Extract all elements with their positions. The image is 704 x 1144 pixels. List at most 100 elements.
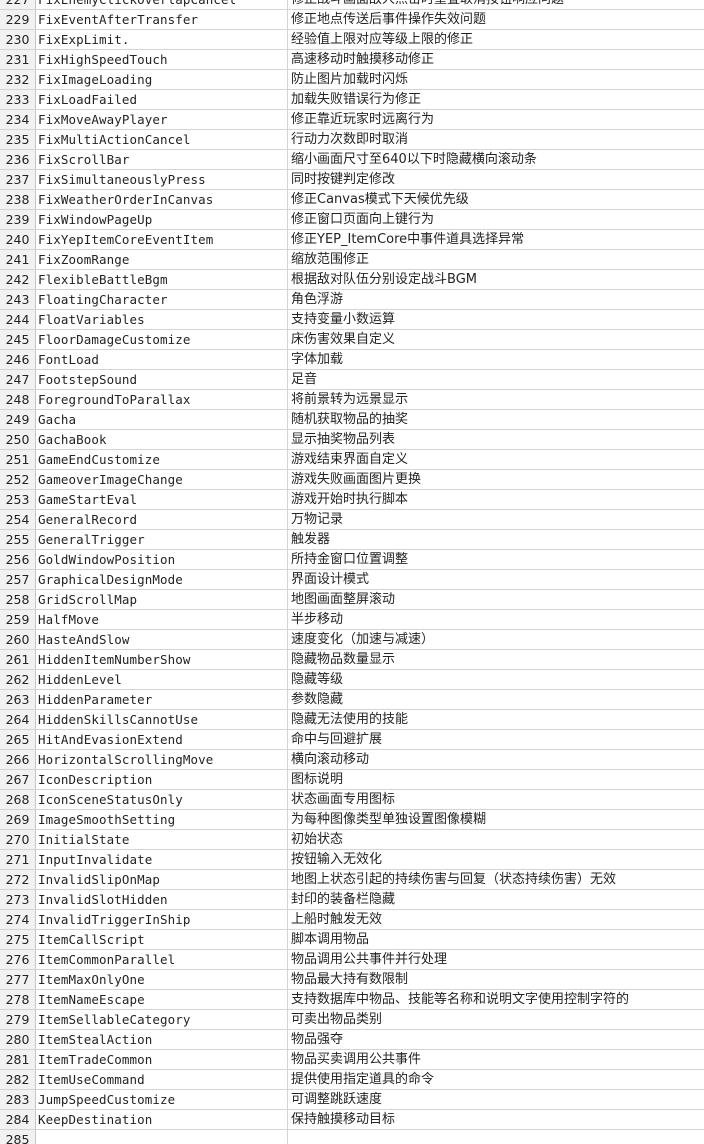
description-cell[interactable]: 支持数据库中物品、技能等名称和说明文字使用控制字符的 — [288, 990, 704, 1009]
description-cell[interactable]: 防止图片加载时闪烁 — [288, 70, 704, 89]
description-cell[interactable]: 隐藏无法使用的技能 — [288, 710, 704, 729]
description-cell[interactable]: 提供使用指定道具的命令 — [288, 1070, 704, 1089]
row-number[interactable]: 285 — [0, 1130, 36, 1144]
row-number[interactable]: 247 — [0, 370, 36, 389]
row-number[interactable]: 271 — [0, 850, 36, 869]
plugin-name-cell[interactable]: HitAndEvasionExtend — [36, 730, 288, 749]
description-cell[interactable]: 根据敌对队伍分别设定战斗BGM — [288, 270, 704, 289]
plugin-name-cell[interactable]: FixEnemyClickOverlapCancel — [36, 0, 288, 9]
plugin-name-cell[interactable]: HiddenParameter — [36, 690, 288, 709]
row-number[interactable]: 229 — [0, 10, 36, 29]
row-number[interactable]: 274 — [0, 910, 36, 929]
description-cell[interactable]: 加载失败错误行为修正 — [288, 90, 704, 109]
row-number[interactable]: 278 — [0, 990, 36, 1009]
plugin-name-cell[interactable]: FixExpLimit. — [36, 30, 288, 49]
row-number[interactable]: 237 — [0, 170, 36, 189]
description-cell[interactable]: 修正Canvas模式下天候优先级 — [288, 190, 704, 209]
row-number[interactable]: 267 — [0, 770, 36, 789]
row-number[interactable]: 232 — [0, 70, 36, 89]
description-cell[interactable]: 所持金窗口位置调整 — [288, 550, 704, 569]
description-cell[interactable]: 界面设计模式 — [288, 570, 704, 589]
description-cell[interactable]: 脚本调用物品 — [288, 930, 704, 949]
description-cell[interactable]: 支持变量小数运算 — [288, 310, 704, 329]
description-cell[interactable]: 修正地点传送后事件操作失效问题 — [288, 10, 704, 29]
description-cell[interactable]: 随机获取物品的抽奖 — [288, 410, 704, 429]
plugin-name-cell[interactable]: GeneralTrigger — [36, 530, 288, 549]
row-number[interactable]: 255 — [0, 530, 36, 549]
row-number[interactable]: 266 — [0, 750, 36, 769]
description-cell[interactable]: 半步移动 — [288, 610, 704, 629]
description-cell[interactable]: 物品买卖调用公共事件 — [288, 1050, 704, 1069]
description-cell[interactable]: 物品最大持有数限制 — [288, 970, 704, 989]
plugin-name-cell[interactable]: GeneralRecord — [36, 510, 288, 529]
row-number[interactable]: 245 — [0, 330, 36, 349]
plugin-name-cell[interactable]: Gacha — [36, 410, 288, 429]
row-number[interactable]: 234 — [0, 110, 36, 129]
description-cell[interactable]: 隐藏等级 — [288, 670, 704, 689]
description-cell[interactable]: 缩小画面尺寸至640以下时隐藏横向滚动条 — [288, 150, 704, 169]
plugin-name-cell[interactable]: ImageSmoothSetting — [36, 810, 288, 829]
plugin-name-cell[interactable]: HiddenSkillsCannotUse — [36, 710, 288, 729]
row-number[interactable]: 256 — [0, 550, 36, 569]
plugin-name-cell[interactable]: HasteAndSlow — [36, 630, 288, 649]
row-number[interactable]: 279 — [0, 1010, 36, 1029]
description-cell[interactable]: 可卖出物品类别 — [288, 1010, 704, 1029]
description-cell[interactable]: 参数隐藏 — [288, 690, 704, 709]
plugin-name-cell[interactable]: IconSceneStatusOnly — [36, 790, 288, 809]
row-number[interactable]: 281 — [0, 1050, 36, 1069]
description-cell[interactable]: 修正窗口页面向上键行为 — [288, 210, 704, 229]
plugin-name-cell[interactable]: GameEndCustomize — [36, 450, 288, 469]
plugin-name-cell[interactable]: GachaBook — [36, 430, 288, 449]
plugin-name-cell[interactable]: ItemCommonParallel — [36, 950, 288, 969]
description-cell[interactable]: 地图画面整屏滚动 — [288, 590, 704, 609]
row-number[interactable]: 257 — [0, 570, 36, 589]
plugin-name-cell[interactable]: ItemStealAction — [36, 1030, 288, 1049]
description-cell[interactable]: 触发器 — [288, 530, 704, 549]
plugin-name-cell[interactable]: KeepDestination — [36, 1110, 288, 1129]
plugin-name-cell[interactable]: GoldWindowPosition — [36, 550, 288, 569]
plugin-name-cell[interactable]: JumpSpeedCustomize — [36, 1090, 288, 1109]
row-number[interactable]: 248 — [0, 390, 36, 409]
plugin-name-cell[interactable]: FixMoveAwayPlayer — [36, 110, 288, 129]
description-cell[interactable]: 游戏开始时执行脚本 — [288, 490, 704, 509]
description-cell[interactable]: 缩放范围修正 — [288, 250, 704, 269]
row-number[interactable]: 239 — [0, 210, 36, 229]
row-number[interactable]: 268 — [0, 790, 36, 809]
plugin-name-cell[interactable]: FloorDamageCustomize — [36, 330, 288, 349]
row-number[interactable]: 276 — [0, 950, 36, 969]
plugin-name-cell[interactable]: FixYepItemCoreEventItem — [36, 230, 288, 249]
row-number[interactable]: 233 — [0, 90, 36, 109]
row-number[interactable]: 277 — [0, 970, 36, 989]
plugin-name-cell[interactable]: ItemMaxOnlyOne — [36, 970, 288, 989]
description-cell[interactable]: 隐藏物品数量显示 — [288, 650, 704, 669]
description-cell[interactable]: 修正YEP_ItemCore中事件道具选择异常 — [288, 230, 704, 249]
plugin-name-cell[interactable]: InvalidTriggerInShip — [36, 910, 288, 929]
plugin-name-cell[interactable]: FixImageLoading — [36, 70, 288, 89]
plugin-name-cell[interactable]: GraphicalDesignMode — [36, 570, 288, 589]
description-cell[interactable]: 游戏失败画面图片更换 — [288, 470, 704, 489]
row-number[interactable]: 231 — [0, 50, 36, 69]
row-number[interactable]: 260 — [0, 630, 36, 649]
description-cell[interactable]: 地图上状态引起的持续伤害与回复（状态持续伤害）无效 — [288, 870, 704, 889]
row-number[interactable]: 238 — [0, 190, 36, 209]
description-cell[interactable]: 字体加载 — [288, 350, 704, 369]
row-number[interactable]: 269 — [0, 810, 36, 829]
plugin-name-cell[interactable]: FootstepSound — [36, 370, 288, 389]
row-number[interactable]: 261 — [0, 650, 36, 669]
row-number[interactable]: 262 — [0, 670, 36, 689]
row-number[interactable]: 227 — [0, 0, 36, 9]
plugin-name-cell[interactable]: FixHighSpeedTouch — [36, 50, 288, 69]
description-cell[interactable]: 为每种图像类型单独设置图像模糊 — [288, 810, 704, 829]
description-cell[interactable]: 速度变化（加速与减速） — [288, 630, 704, 649]
row-number[interactable]: 280 — [0, 1030, 36, 1049]
plugin-name-cell[interactable]: FixWindowPageUp — [36, 210, 288, 229]
plugin-name-cell[interactable]: FixZoomRange — [36, 250, 288, 269]
plugin-name-cell[interactable]: FixMultiActionCancel — [36, 130, 288, 149]
plugin-name-cell[interactable]: HiddenItemNumberShow — [36, 650, 288, 669]
description-cell[interactable] — [288, 1130, 704, 1144]
description-cell[interactable]: 经验值上限对应等级上限的修正 — [288, 30, 704, 49]
row-number[interactable]: 240 — [0, 230, 36, 249]
plugin-name-cell[interactable]: HalfMove — [36, 610, 288, 629]
row-number[interactable]: 265 — [0, 730, 36, 749]
description-cell[interactable]: 封印的装备栏隐藏 — [288, 890, 704, 909]
